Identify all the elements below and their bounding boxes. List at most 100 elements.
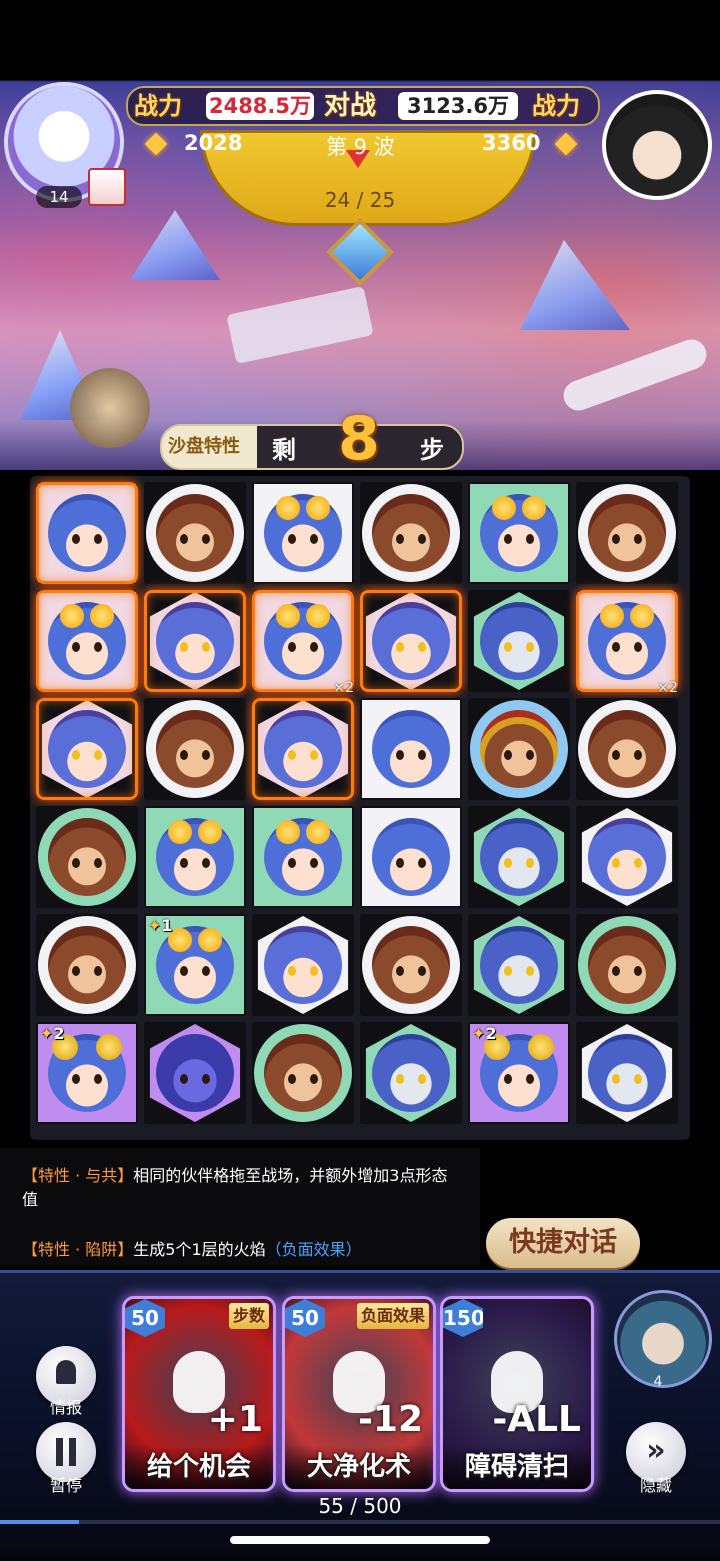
board-cell[interactable] (468, 806, 570, 908)
tile-level-badge: ✦2 (472, 1024, 497, 1043)
score-left: 2028 (184, 131, 243, 155)
board-cell[interactable] (252, 698, 354, 800)
goggle-character-icon (480, 494, 558, 572)
tile-level-badge: ✦2 (40, 1024, 65, 1043)
board-cell[interactable] (360, 482, 462, 584)
board-cell[interactable] (468, 482, 570, 584)
score-right: 3360 (482, 131, 541, 155)
mask-character-icon (156, 1034, 234, 1112)
steps-prefix: 剩 (272, 436, 296, 464)
board-cell[interactable] (252, 806, 354, 908)
hide-label: 隐藏 (639, 1476, 672, 1495)
goggle-character-icon (264, 602, 342, 680)
tile-hex (257, 916, 349, 1014)
board-cell[interactable] (360, 590, 462, 692)
board-cell[interactable] (252, 914, 354, 1016)
pale-character-icon (372, 1034, 450, 1112)
skill-card[interactable]: 50 步数 +1 给个机会 (122, 1296, 276, 1492)
skill-cost: 150 (443, 1299, 483, 1337)
tile-circle (578, 916, 676, 1014)
tile-circle (38, 916, 136, 1014)
steps-suffix: 步 (420, 436, 444, 464)
crystal-decoration (130, 210, 220, 280)
crystal-decoration (520, 240, 630, 330)
board-cell[interactable] (36, 806, 138, 908)
goggle-character-icon (264, 818, 342, 896)
tile-square (38, 484, 136, 582)
board-cell[interactable] (576, 698, 678, 800)
skill-type: 步数 (228, 1303, 269, 1329)
tile-square (362, 808, 460, 906)
companion-level: 4 (653, 1374, 663, 1390)
tile-hex (257, 700, 349, 798)
intel-label: 情报 (49, 1398, 82, 1417)
board-cell[interactable] (144, 482, 246, 584)
board-cell[interactable] (252, 1022, 354, 1124)
tile-square (254, 808, 352, 906)
home-indicator[interactable] (230, 1536, 490, 1544)
skill-effect: -12 (357, 1399, 423, 1440)
cat-character-icon (588, 818, 666, 896)
pale-character-icon (480, 926, 558, 1004)
board-cell[interactable] (576, 1022, 678, 1124)
power-label-left: 战力 (134, 92, 182, 120)
skill-effect: -ALL (492, 1399, 581, 1440)
board-cell[interactable]: ✦2 (36, 1022, 138, 1124)
tile-square (470, 484, 568, 582)
board-cell[interactable] (360, 914, 462, 1016)
board-cell[interactable] (36, 482, 138, 584)
pause-label: 暂停 (49, 1476, 82, 1495)
skill-name: 障碍清扫 (443, 1445, 591, 1489)
board-cell[interactable] (36, 590, 138, 692)
wave-progress: 24 / 25 (324, 188, 396, 212)
tile-hex (41, 700, 133, 798)
bun-character-icon (48, 1034, 126, 1112)
tile-hex (581, 1024, 673, 1122)
steps-panel: 沙盘特性 剩 8 步 (160, 404, 464, 474)
board-cell[interactable] (360, 806, 462, 908)
board-cell[interactable]: ✦1 (144, 914, 246, 1016)
sandbox-trait-label[interactable]: 沙盘特性 (168, 432, 240, 458)
wave-label: 第 9 波 (326, 135, 395, 159)
board-cell[interactable] (144, 590, 246, 692)
skill-cost: 50 (125, 1299, 165, 1337)
skill-card[interactable]: 150 -ALL 障碍清扫 (440, 1296, 594, 1492)
board-cell[interactable]: ×2 (252, 590, 354, 696)
board-cell[interactable]: ✦2 (468, 1022, 570, 1124)
tile-square (578, 592, 676, 690)
board-cell[interactable] (144, 698, 246, 800)
skill-type: 负面效果 (356, 1303, 429, 1329)
lion-character-icon (156, 494, 234, 572)
board-cell[interactable]: ×2 (576, 590, 678, 696)
gift-icon[interactable] (88, 168, 126, 206)
pale-character-icon (588, 1034, 666, 1112)
bun-character-icon (480, 1034, 558, 1112)
board-cell[interactable] (36, 698, 138, 800)
board-cell[interactable] (468, 698, 570, 800)
opponent-avatar[interactable] (602, 90, 712, 200)
quick-chat-button[interactable]: 快捷对话 (486, 1218, 640, 1268)
tile-circle (578, 484, 676, 582)
goggle-character-icon (48, 602, 126, 680)
tile-circle (362, 916, 460, 1014)
skill-card[interactable]: 50 负面效果 -12 大净化术 (282, 1296, 436, 1492)
girl-character-icon (48, 494, 126, 572)
board-cell[interactable] (360, 1022, 462, 1124)
board-cell[interactable] (144, 1022, 246, 1124)
board-cell[interactable] (36, 914, 138, 1016)
tile-multiplier: ×2 (657, 680, 678, 696)
board-cell[interactable] (360, 698, 462, 800)
board-cell[interactable] (576, 914, 678, 1016)
board-cell[interactable] (468, 914, 570, 1016)
board-cell[interactable] (576, 806, 678, 908)
board-cell[interactable] (144, 806, 246, 908)
board-cell[interactable] (468, 590, 570, 692)
tile-circle (362, 484, 460, 582)
power-right: 3123.6万 (398, 92, 518, 120)
skill-name: 大净化术 (285, 1445, 433, 1489)
board-cell[interactable] (576, 482, 678, 584)
tile-circle (578, 700, 676, 798)
status-area (0, 0, 720, 80)
bone-decoration (226, 285, 374, 365)
board-cell[interactable] (252, 482, 354, 584)
